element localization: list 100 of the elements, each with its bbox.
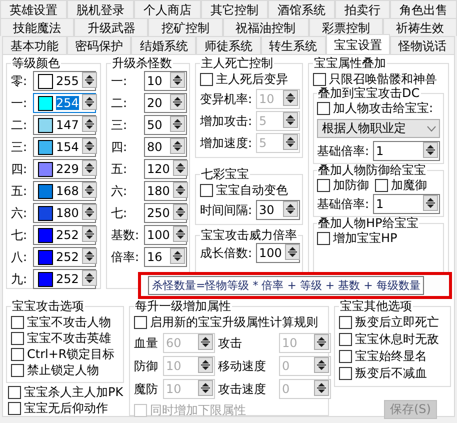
checkbox[interactable] <box>11 332 24 344</box>
number-field[interactable]: 252 <box>33 225 96 245</box>
tab[interactable]: 拍卖行 <box>335 0 390 18</box>
tab[interactable]: 宝宝设置 <box>326 34 390 54</box>
number-field[interactable]: 100 <box>144 225 187 245</box>
spinner-button[interactable] <box>172 204 188 222</box>
number-field[interactable]: 16 <box>144 247 187 267</box>
checkbox-label: 增加宝宝HP <box>333 230 398 246</box>
tab[interactable]: 角色出售 <box>390 0 457 18</box>
checkbox[interactable] <box>317 232 330 244</box>
number-field[interactable]: 254 <box>33 93 96 113</box>
group-title: 等级颜色 <box>11 57 61 70</box>
group-title: 宝宝其他选项 <box>339 300 413 313</box>
tab[interactable]: 结婚系统 <box>131 36 196 54</box>
spinner-button[interactable] <box>170 72 185 90</box>
checkbox[interactable] <box>8 402 21 414</box>
spinner-button[interactable] <box>170 248 185 266</box>
tab[interactable]: 怪物说话 <box>390 36 456 54</box>
tab[interactable]: 升级武器 <box>74 18 148 36</box>
field-label: 六: <box>111 182 128 200</box>
number-field[interactable]: 10 <box>144 71 187 91</box>
checkbox[interactable] <box>339 316 352 328</box>
number-field[interactable]: 168 <box>33 181 96 201</box>
spinner-button[interactable] <box>172 226 188 244</box>
field-label: 一: <box>11 94 28 112</box>
spinner-button[interactable] <box>82 270 97 288</box>
tab[interactable]: 师徒系统 <box>196 36 261 54</box>
spinner-button[interactable] <box>82 248 97 266</box>
tab[interactable]: 技能魔法 <box>0 18 74 36</box>
checkbox-label: 叛变后立即死亡 <box>355 314 439 330</box>
checkbox[interactable] <box>11 348 24 360</box>
checkbox[interactable] <box>339 366 352 380</box>
number-field[interactable]: 80 <box>144 137 187 157</box>
checkbox-label: 禁止锁定人物 <box>27 362 99 378</box>
number-field[interactable]: 252 <box>33 269 96 289</box>
tab[interactable]: 彩票控制 <box>308 18 383 36</box>
checkbox[interactable] <box>339 332 352 346</box>
number-field[interactable]: 1 <box>373 141 440 161</box>
number-field[interactable]: 180 <box>33 203 96 223</box>
checkbox-label: 只限召唤骷髅和神兽 <box>329 70 437 86</box>
checkbox[interactable] <box>317 178 330 192</box>
tab[interactable]: 转生系统 <box>260 36 326 54</box>
dropdown[interactable]: 根据人物职业定 <box>317 119 440 138</box>
tab[interactable]: 挖矿控制 <box>148 18 223 36</box>
spinner-button[interactable] <box>82 160 97 178</box>
spinner-button[interactable] <box>82 182 97 200</box>
number-field[interactable]: 154 <box>33 137 96 157</box>
checkbox-label: 主人死后变异 <box>216 70 288 88</box>
tab[interactable]: 个人商店 <box>134 0 201 18</box>
checkbox[interactable] <box>375 178 388 192</box>
number-field[interactable]: 120 <box>144 159 187 179</box>
spinner-button[interactable] <box>172 182 188 200</box>
tab[interactable]: 祝福油控制 <box>222 18 309 36</box>
checkbox[interactable] <box>8 386 21 398</box>
number-field[interactable]: 147 <box>33 115 96 135</box>
spinner-button[interactable] <box>82 116 97 134</box>
checkbox[interactable] <box>11 316 24 328</box>
tab[interactable]: 密码保护 <box>66 36 132 54</box>
spinner-button[interactable] <box>82 138 97 156</box>
spinner-button[interactable] <box>82 94 97 112</box>
checkbox-label: 加魔御 <box>391 176 427 194</box>
field-label: 成长倍数: <box>200 244 254 262</box>
spinner-button[interactable] <box>170 116 185 134</box>
number-field[interactable]: 30 <box>256 200 300 220</box>
tab[interactable]: 基本功能 <box>2 36 67 54</box>
spinner-button[interactable] <box>170 94 185 112</box>
tab[interactable]: 脱机登录 <box>67 0 134 18</box>
tab[interactable]: 英雄设置 <box>0 0 67 18</box>
checkbox[interactable] <box>11 364 24 376</box>
tab[interactable]: 其它控制 <box>201 0 268 18</box>
spinner-button[interactable] <box>423 142 438 160</box>
field-label: 九: <box>11 270 28 288</box>
field-label: 攻击速度 <box>218 380 267 398</box>
checkbox[interactable] <box>339 350 352 362</box>
number-field[interactable]: 180 <box>144 181 187 201</box>
spinner-button[interactable] <box>284 244 300 262</box>
number-field[interactable]: 250 <box>144 203 187 223</box>
number-field[interactable]: 50 <box>144 115 187 135</box>
group-title: 主人死亡控制 <box>200 57 274 70</box>
checkbox[interactable] <box>134 316 147 328</box>
number-field[interactable]: 20 <box>144 93 187 113</box>
spinner-button[interactable] <box>170 138 185 156</box>
spinner-button[interactable] <box>82 204 97 222</box>
spinner-button[interactable] <box>82 72 97 90</box>
checkbox[interactable] <box>200 72 213 86</box>
number-field[interactable]: 252 <box>33 247 96 267</box>
checkbox[interactable] <box>317 102 330 114</box>
number-field[interactable]: 255 <box>33 71 96 91</box>
checkbox[interactable] <box>200 184 213 196</box>
number-field[interactable]: 1 <box>373 194 440 214</box>
spinner-button[interactable] <box>423 194 438 214</box>
number-field[interactable]: 229 <box>33 159 96 179</box>
chevron-down-icon <box>427 126 436 132</box>
spinner-button[interactable] <box>82 226 97 244</box>
spinner-button[interactable] <box>172 160 188 178</box>
checkbox[interactable] <box>313 72 326 86</box>
tab[interactable]: 祈祷生效 <box>382 18 457 36</box>
number-field[interactable]: 100 <box>256 243 300 263</box>
spinner-button[interactable] <box>283 200 298 220</box>
tab[interactable]: 酒馆系统 <box>268 0 335 18</box>
